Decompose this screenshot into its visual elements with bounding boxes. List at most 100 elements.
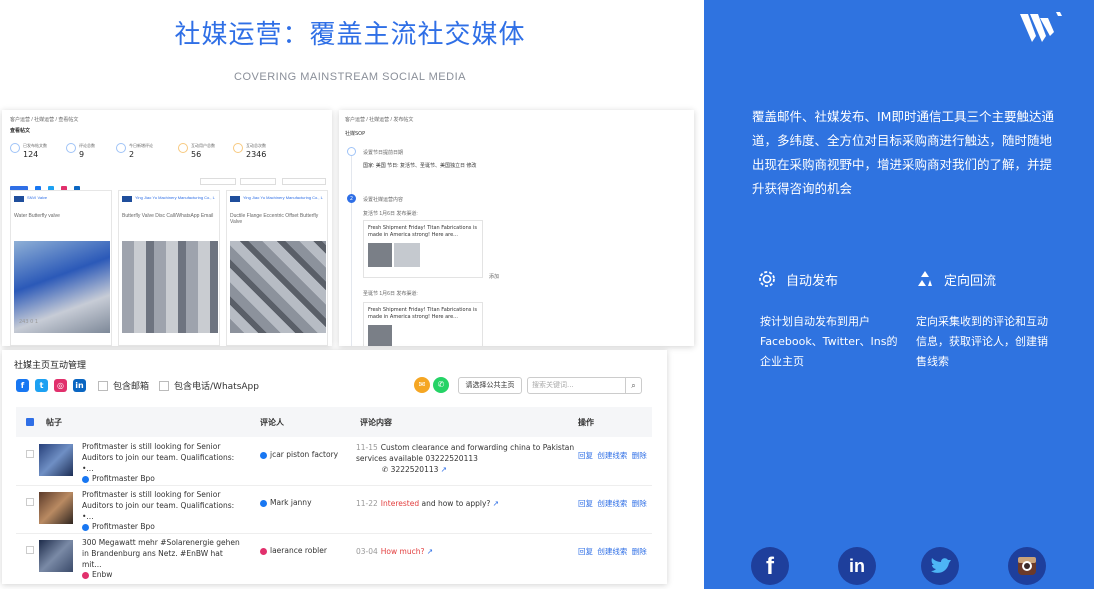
stat-icon bbox=[66, 143, 76, 153]
recycle-icon bbox=[918, 271, 932, 286]
post-card[interactable]: Ying Jiao Yu Machinery Manufacturing Co.… bbox=[118, 190, 220, 346]
post-card[interactable]: Ying Jiao Yu Machinery Manufacturing Co.… bbox=[226, 190, 328, 346]
intro-text: 覆盖邮件、社媒发布、IM即时通信工具三个主要触达通道，多纬度、全方位对目标采购商… bbox=[752, 109, 1054, 196]
include-phone-checkbox[interactable] bbox=[159, 380, 170, 391]
facebook-icon bbox=[260, 499, 267, 507]
card-text: Ductile Flange Eccentric Offset Butterfl… bbox=[230, 213, 319, 225]
linkedin-icon[interactable]: in bbox=[838, 547, 876, 585]
stat-label: 互动总次数 bbox=[246, 143, 266, 148]
row-actions[interactable]: 回复 创建线索 删除 bbox=[578, 546, 647, 557]
include-phone-label: 包含电话/WhatsApp bbox=[174, 382, 259, 392]
add-link[interactable]: 添加 bbox=[489, 273, 499, 280]
feature-desc: 按计划自动发布到用户Facebook、Twitter、Ins的企业主页 bbox=[760, 315, 898, 368]
company-logo bbox=[122, 196, 132, 202]
stat-value: 2346 bbox=[246, 150, 267, 159]
table-row: Profitmaster is still looking for Senior… bbox=[16, 438, 652, 486]
twitter-bird bbox=[931, 558, 951, 573]
external-link-icon[interactable]: ↗ bbox=[493, 499, 499, 508]
external-link-icon[interactable]: ↗ bbox=[427, 547, 433, 556]
stat-label: 评论总数 bbox=[79, 143, 95, 148]
headline: 社媒运营：覆盖主流社交媒体 COVERING MAINSTREAM SOCIAL… bbox=[0, 14, 700, 83]
row-actions[interactable]: 回复 创建线索 删除 bbox=[578, 498, 647, 509]
filter-select[interactable] bbox=[240, 178, 276, 185]
company-logo bbox=[230, 196, 240, 202]
brand-logo bbox=[1020, 12, 1062, 42]
facebook-icon[interactable]: f bbox=[751, 547, 789, 585]
step-2-title: 设置社媒运营内容 bbox=[363, 197, 404, 203]
post-image bbox=[122, 241, 218, 333]
stat-users: 互动用户总数 56 bbox=[178, 143, 215, 159]
publish-sop-screenshot: 客户运营 / 社媒运营 / 发布帖文 社媒SOP ✓ 设置节日提前日期 国家: … bbox=[339, 110, 694, 346]
feature-auto-publish: 自动发布 bbox=[756, 268, 838, 290]
comment-text: and how to apply? bbox=[421, 499, 491, 508]
post-thumbnail bbox=[39, 492, 73, 524]
interaction-management-screenshot: 社媒主页互动管理 f t ◎ in 包含邮箱 包含电话/WhatsApp ✉ ✆… bbox=[2, 350, 667, 584]
table-row: 300 Megawatt mehr #Solarenergie gehen in… bbox=[16, 534, 652, 582]
page-title: 社媒运营：覆盖主流社交媒体 bbox=[174, 20, 526, 50]
col-reviewer: 评论人 bbox=[260, 418, 284, 427]
post-card[interactable]: SNVI Valve Water Butterfly valve 243 0 1 bbox=[10, 190, 112, 346]
external-link-icon[interactable]: ↗ bbox=[441, 465, 447, 474]
twitter-icon[interactable] bbox=[921, 547, 959, 585]
instagram-icon[interactable]: ◎ bbox=[54, 379, 67, 392]
facebook-icon[interactable]: f bbox=[16, 379, 29, 392]
post-thumbnail bbox=[39, 444, 73, 476]
stat-label: 互动用户总数 bbox=[191, 143, 215, 148]
post-preview[interactable]: Fresh Shipment Friday! Titan Fabrication… bbox=[363, 220, 483, 278]
holiday-row: 圣诞节 1月6日 发布渠道: bbox=[363, 291, 418, 297]
preview-image bbox=[368, 325, 392, 346]
include-email-checkbox[interactable] bbox=[98, 380, 108, 391]
step-1-detail: 国家: 美国 节日: 复活节、圣诞节、美国独立日 修改 bbox=[363, 163, 477, 169]
post-thumbnail bbox=[39, 540, 73, 572]
stat-label: 今日新增评论 bbox=[129, 143, 153, 148]
feature-desc: 定向采集收到的评论和互动信息，获取评论人，创建销售线索 bbox=[916, 315, 1048, 368]
reviewer-name[interactable]: jcar piston factory bbox=[270, 450, 338, 459]
comment-text: Custom clearance and forwarding china to… bbox=[356, 443, 575, 463]
linkedin-icon[interactable]: in bbox=[73, 379, 86, 392]
post-preview[interactable]: Fresh Shipment Friday! Titan Fabrication… bbox=[363, 302, 483, 346]
instagram-icon[interactable] bbox=[1008, 547, 1046, 585]
card-text: Water Butterfly valve bbox=[14, 213, 60, 219]
breadcrumb: 客户运营 / 社媒运营 / 发布帖文 bbox=[345, 117, 414, 123]
twitter-icon[interactable]: t bbox=[35, 379, 48, 392]
company-logo bbox=[14, 196, 24, 202]
search-placeholder: 搜索关键词... bbox=[532, 381, 574, 389]
select-all-checkbox[interactable] bbox=[26, 418, 34, 426]
email-icon[interactable]: ✉ bbox=[414, 377, 430, 393]
camera-icon bbox=[1018, 557, 1036, 575]
reviewer-name[interactable]: laerance robler bbox=[270, 546, 327, 555]
stat-interactions: 互动总次数 2346 bbox=[233, 143, 266, 159]
filter-bar bbox=[10, 178, 326, 192]
stat-icon bbox=[116, 143, 126, 153]
row-actions[interactable]: 回复 创建线索 删除 bbox=[578, 450, 647, 461]
comment: 03-04 How much? ↗ bbox=[356, 546, 576, 557]
filter-select[interactable] bbox=[200, 178, 236, 185]
post-text[interactable]: 300 Megawatt mehr #Solarenergie gehen in… bbox=[82, 537, 242, 570]
facebook-icon bbox=[82, 475, 89, 483]
search-icon[interactable]: ⌕ bbox=[625, 378, 641, 393]
search-input[interactable]: 搜索关键词... ⌕ bbox=[527, 377, 642, 394]
whatsapp-icon[interactable]: ✆ bbox=[433, 377, 449, 393]
row-checkbox[interactable] bbox=[26, 498, 34, 506]
post-text[interactable]: Profitmaster is still looking for Senior… bbox=[82, 441, 242, 474]
comment: 11-22 Interested and how to apply? ↗ bbox=[356, 498, 576, 509]
stat-icon bbox=[233, 143, 243, 153]
row-checkbox[interactable] bbox=[26, 546, 34, 554]
comment-phone: 3222520113 bbox=[390, 465, 439, 474]
include-email-label: 包含邮箱 bbox=[113, 382, 150, 392]
stat-today: 今日新增评论 2 bbox=[116, 143, 153, 159]
feature-title: 定向回流 bbox=[944, 273, 997, 289]
step-2-icon: 2 bbox=[347, 194, 356, 203]
row-checkbox[interactable] bbox=[26, 450, 34, 458]
select-page-button[interactable]: 请选择公共主页 bbox=[458, 377, 522, 394]
stat-value: 124 bbox=[23, 150, 39, 159]
table-row: Profitmaster is still looking for Senior… bbox=[16, 486, 652, 534]
card-footer: 243 0 1 bbox=[19, 319, 39, 325]
card-name: Ying Jiao Yu Machinery Manufacturing Co.… bbox=[243, 195, 323, 200]
post-text[interactable]: Profitmaster is still looking for Senior… bbox=[82, 489, 242, 522]
search-input[interactable] bbox=[282, 178, 326, 185]
reviewer-name[interactable]: Mark janny bbox=[270, 498, 312, 507]
stat-posts: 已发布帖文数 124 bbox=[10, 143, 47, 159]
management-title: 社媒主页互动管理 bbox=[14, 361, 87, 371]
col-post: 帖子 bbox=[46, 418, 62, 427]
